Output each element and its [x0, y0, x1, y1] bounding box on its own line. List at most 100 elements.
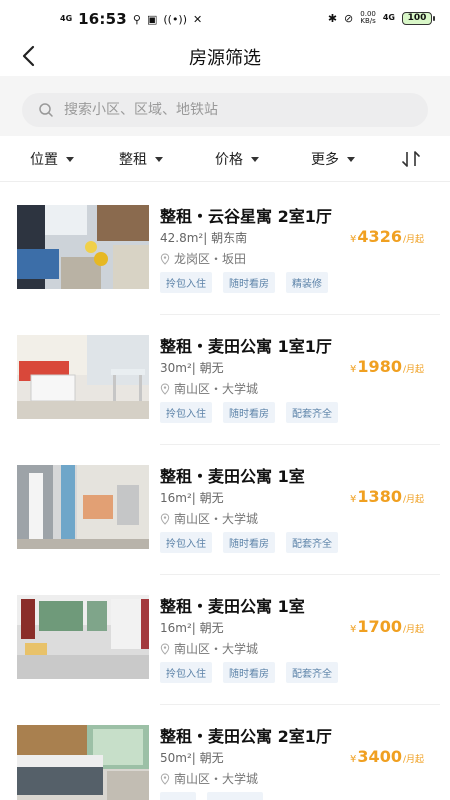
- sort-icon[interactable]: [400, 148, 422, 170]
- listing-price: ¥ 4326 /月起: [350, 227, 424, 246]
- listing-size: 30m²| 朝无: [160, 361, 224, 375]
- price-value: 1380: [357, 487, 402, 506]
- listing-title: 整租・麦田公寓 1室: [160, 597, 305, 616]
- listing-item[interactable]: 整租・麦田公寓 1室 16m²| 朝无 南山区・大学城 ¥ 1380 /月起 拎…: [0, 445, 450, 575]
- price-currency: ¥: [350, 234, 357, 245]
- listing-item[interactable]: 整租・麦田公寓 2室1厅 50m²| 朝无 南山区・大学城 ¥ 3400 /月起: [0, 705, 450, 800]
- filter-more-label: 更多: [311, 152, 339, 168]
- listing-item[interactable]: 整租・云谷星寓 2室1厅 42.8m²| 朝东南 龙岗区・坂田 ¥ 4326 /…: [0, 185, 450, 315]
- header: 房源筛选: [0, 36, 450, 76]
- listing-title: 整租・麦田公寓 2室1厅: [160, 727, 332, 746]
- location-pin-icon: [160, 772, 170, 785]
- listing-tags: 拎包入住 随时看房 配套齐全: [160, 662, 338, 683]
- filter-bar: 位置 整租 价格 更多: [0, 136, 450, 182]
- caret-down-icon: [66, 156, 74, 162]
- usb-icon: ⚲: [132, 12, 141, 26]
- status-bar: 4G 16:53 ⚲ ▣ ((•)) ✕ ✱ ⊘ 0.00 KB/s 4G 10…: [0, 0, 450, 36]
- location-pin-icon: [160, 382, 170, 395]
- listing-photo: [17, 335, 149, 419]
- listing-size: 16m²| 朝无: [160, 491, 224, 505]
- price-value: 3400: [357, 747, 402, 766]
- listing-tags: 拎包入住 随时看房 配套齐全: [160, 402, 338, 423]
- bluetooth-icon: ✱: [327, 11, 338, 25]
- search-icon: [39, 103, 53, 117]
- listing-location-text: 南山区・大学城: [174, 642, 259, 656]
- net-speed-unit: KB/s: [360, 17, 376, 25]
- listing-photo: [17, 725, 149, 800]
- listing-location: 龙岗区・坂田: [160, 250, 246, 267]
- listing-price: ¥ 1380 /月起: [350, 487, 424, 506]
- caret-down-icon: [347, 156, 355, 162]
- listing-item[interactable]: 整租・麦田公寓 1室1厅 30m²| 朝无 南山区・大学城 ¥ 1980 /月起…: [0, 315, 450, 445]
- price-currency: ¥: [350, 494, 357, 505]
- listing-tags: 拎包入住 随时看房 精装修: [160, 272, 328, 293]
- battery-level: 100: [407, 13, 427, 23]
- price-unit: /月起: [402, 495, 424, 505]
- listing-tag: 随时看房: [223, 662, 275, 683]
- price-currency: ¥: [350, 624, 357, 635]
- listing-price: ¥ 1700 /月起: [350, 617, 424, 636]
- price-unit: /月起: [402, 365, 424, 375]
- filter-rent-type[interactable]: 整租: [119, 149, 163, 169]
- listing-title: 整租・云谷星寓 2室1厅: [160, 207, 332, 226]
- listing-location-text: 南山区・大学城: [174, 382, 259, 396]
- notification-icon: ▣: [146, 12, 158, 26]
- price-currency: ¥: [350, 364, 357, 375]
- listing-tag: 随时看房: [223, 402, 275, 423]
- listing-size: 16m²| 朝无: [160, 621, 224, 635]
- filter-price-label: 价格: [215, 152, 243, 168]
- price-unit: /月起: [402, 625, 424, 635]
- listing-photo: [17, 205, 149, 289]
- price-value: 4326: [357, 227, 402, 246]
- listing-tag: 配套齐全: [286, 532, 338, 553]
- listing-location-text: 南山区・大学城: [174, 512, 259, 526]
- caret-down-icon: [155, 156, 163, 162]
- location-pin-icon: [160, 512, 170, 525]
- listing-tag: 随时看房: [223, 272, 275, 293]
- location-pin-icon: [160, 642, 170, 655]
- listing-price: ¥ 1980 /月起: [350, 357, 424, 376]
- price-value: 1700: [357, 617, 402, 636]
- listing-location-text: 南山区・大学城: [174, 772, 259, 786]
- listing-tag: 精装修: [286, 272, 328, 293]
- price-unit: /月起: [402, 755, 424, 765]
- search-band: [0, 76, 450, 136]
- listing-tag: 随时看房: [223, 532, 275, 553]
- location-pin-icon: [160, 252, 170, 265]
- listing-tag: 拎包入住: [160, 662, 212, 683]
- filter-location[interactable]: 位置: [30, 149, 74, 169]
- listing-tag: [160, 792, 196, 800]
- network-indicator: 4G: [60, 14, 73, 23]
- listing-photo: [17, 465, 149, 549]
- filter-rent-type-label: 整租: [119, 152, 147, 168]
- filter-more[interactable]: 更多: [311, 149, 355, 169]
- search-box[interactable]: [22, 93, 428, 127]
- mute-icon: ⊘: [344, 11, 354, 25]
- price-unit: /月起: [402, 235, 424, 245]
- search-input[interactable]: [64, 102, 394, 118]
- listing-location-text: 龙岗区・坂田: [174, 252, 247, 266]
- listing-tag: [207, 792, 263, 800]
- listing-title: 整租・麦田公寓 1室1厅: [160, 337, 332, 356]
- price-value: 1980: [357, 357, 402, 376]
- battery-icon: 100: [402, 11, 435, 25]
- listing-tags: 拎包入住 随时看房 配套齐全: [160, 532, 338, 553]
- listing-size: 42.8m²| 朝东南: [160, 231, 248, 245]
- listing-title: 整租・麦田公寓 1室: [160, 467, 305, 486]
- listing-tag: 配套齐全: [286, 662, 338, 683]
- caret-down-icon: [251, 156, 259, 162]
- listing-tag: 拎包入住: [160, 272, 212, 293]
- listing-price: ¥ 3400 /月起: [350, 747, 424, 766]
- listing-location: 南山区・大学城: [160, 640, 258, 657]
- listing-photo: [17, 595, 149, 679]
- filter-location-label: 位置: [30, 152, 58, 168]
- tools-icon: ✕: [193, 12, 203, 26]
- network-indicator-right: 4G: [382, 13, 395, 22]
- listing-item[interactable]: 整租・麦田公寓 1室 16m²| 朝无 南山区・大学城 ¥ 1700 /月起 拎…: [0, 575, 450, 705]
- listing-location: 南山区・大学城: [160, 510, 258, 527]
- net-speed: 0.00 KB/s: [360, 11, 376, 25]
- listing-tag: 配套齐全: [286, 402, 338, 423]
- listing-tag: 拎包入住: [160, 532, 212, 553]
- filter-price[interactable]: 价格: [215, 149, 259, 169]
- page-title: 房源筛选: [189, 48, 261, 69]
